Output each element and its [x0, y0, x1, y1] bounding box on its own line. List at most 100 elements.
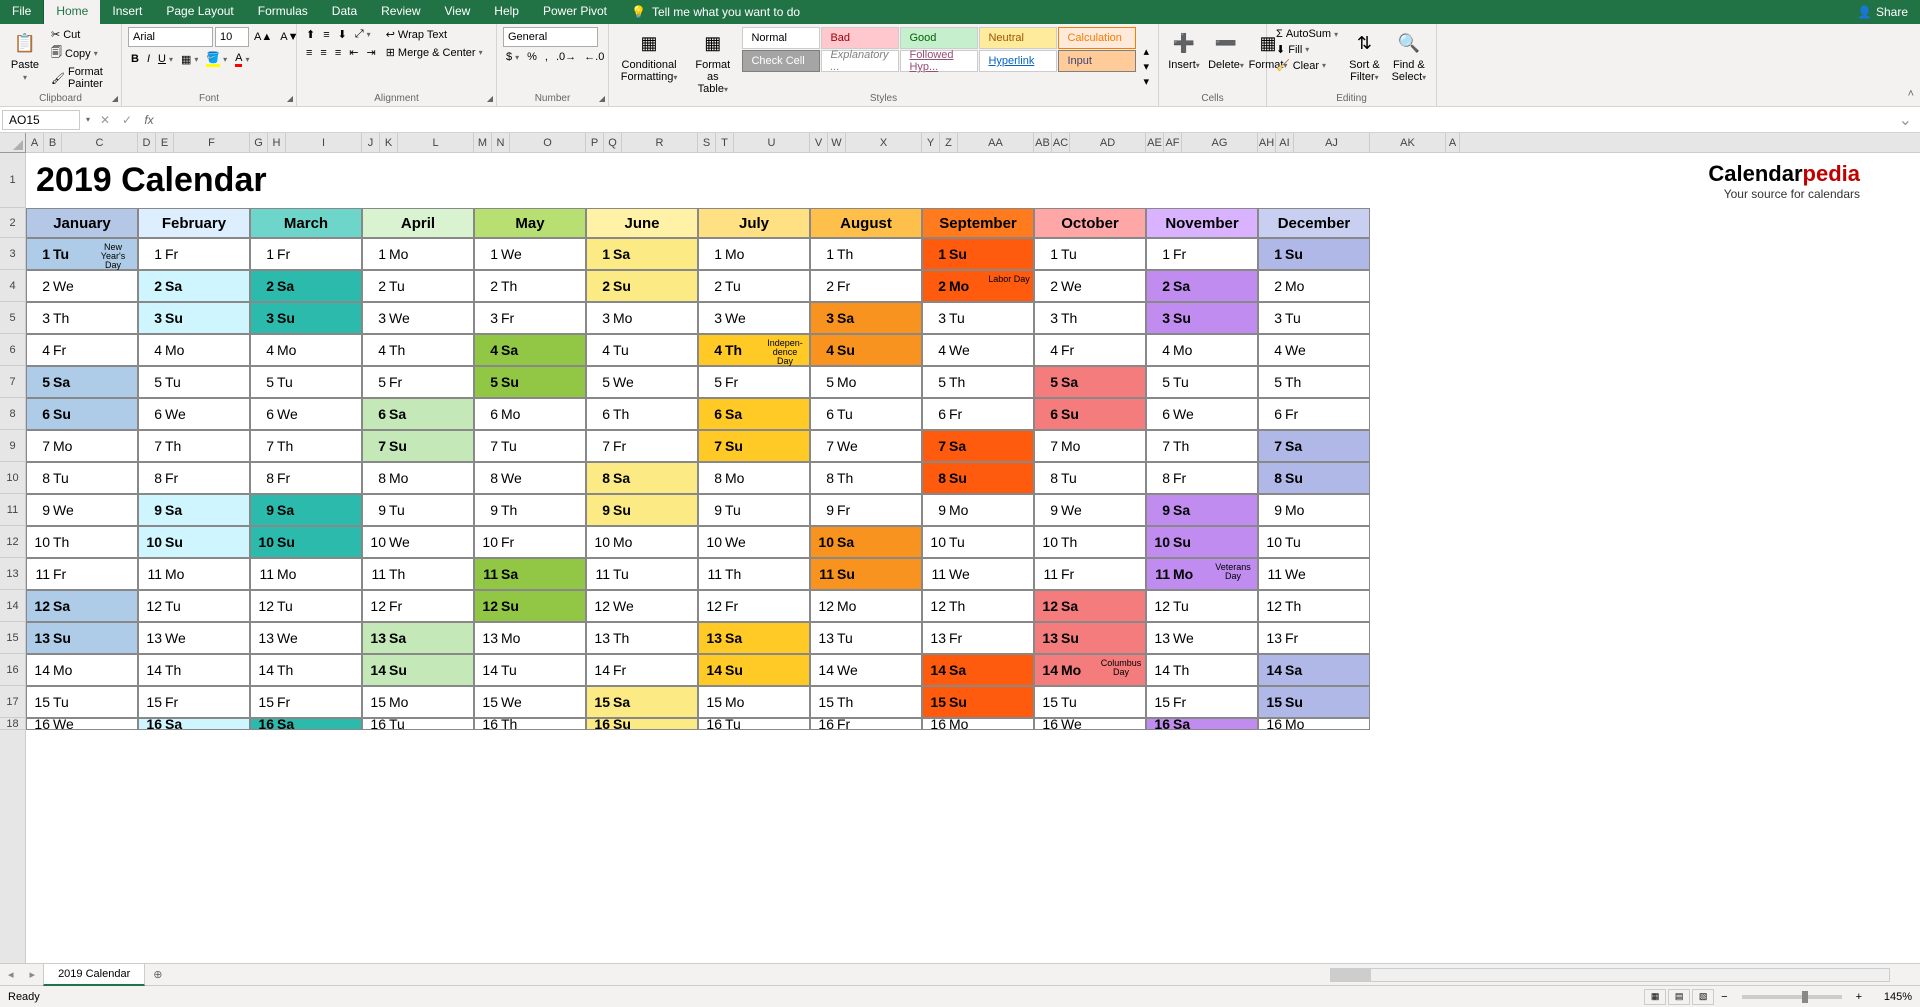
day-oct-7[interactable]: 7Mo — [1034, 430, 1146, 462]
day-jul-2[interactable]: 2Tu — [698, 270, 810, 302]
day-dec-8[interactable]: 8Su — [1258, 462, 1370, 494]
day-apr-7[interactable]: 7Su — [362, 430, 474, 462]
day-jun-2[interactable]: 2Su — [586, 270, 698, 302]
fill-color-button[interactable]: 🪣▾ — [203, 50, 230, 68]
day-oct-12[interactable]: 12Sa — [1034, 590, 1146, 622]
day-jul-5[interactable]: 5Fr — [698, 366, 810, 398]
day-nov-14[interactable]: 14Th — [1146, 654, 1258, 686]
day-oct-8[interactable]: 8Tu — [1034, 462, 1146, 494]
day-oct-14[interactable]: 14MoColumbus Day — [1034, 654, 1146, 686]
day-dec-16[interactable]: 16Mo — [1258, 718, 1370, 730]
day-dec-15[interactable]: 15Su — [1258, 686, 1370, 718]
style-cell-hyperlink[interactable]: Hyperlink — [979, 50, 1057, 72]
day-feb-14[interactable]: 14Th — [138, 654, 250, 686]
day-may-4[interactable]: 4Sa — [474, 334, 586, 366]
day-dec-10[interactable]: 10Tu — [1258, 526, 1370, 558]
col-header-R[interactable]: R — [622, 133, 698, 152]
menu-view[interactable]: View — [433, 0, 483, 24]
day-mar-1[interactable]: 1Fr — [250, 238, 362, 270]
day-sep-8[interactable]: 8Su — [922, 462, 1034, 494]
autosum-button[interactable]: ΣAutoSum▾ — [1273, 27, 1341, 41]
name-box[interactable] — [2, 110, 80, 130]
day-may-13[interactable]: 13Mo — [474, 622, 586, 654]
day-dec-5[interactable]: 5Th — [1258, 366, 1370, 398]
col-header-G[interactable]: G — [250, 133, 268, 152]
clipboard-launcher[interactable]: ◢ — [112, 94, 118, 103]
day-feb-12[interactable]: 12Tu — [138, 590, 250, 622]
day-dec-12[interactable]: 12Th — [1258, 590, 1370, 622]
zoom-slider[interactable] — [1742, 995, 1842, 999]
increase-decimal-button[interactable]: .0→ — [553, 50, 579, 64]
normal-view-button[interactable]: ▦ — [1644, 989, 1666, 1005]
new-sheet-button[interactable]: ⊕ — [145, 968, 170, 981]
italic-button[interactable]: I — [144, 52, 153, 66]
day-sep-5[interactable]: 5Th — [922, 366, 1034, 398]
day-jan-1[interactable]: 1TuNew Year's Day — [26, 238, 138, 270]
style-cell-normal[interactable]: Normal — [742, 27, 820, 49]
insert-function-button[interactable]: fx — [138, 113, 160, 127]
day-sep-15[interactable]: 15Su — [922, 686, 1034, 718]
day-aug-4[interactable]: 4Su — [810, 334, 922, 366]
day-nov-3[interactable]: 3Su — [1146, 302, 1258, 334]
page-break-view-button[interactable]: ▧ — [1692, 989, 1714, 1005]
day-may-6[interactable]: 6Mo — [474, 398, 586, 430]
font-launcher[interactable]: ◢ — [287, 94, 293, 103]
row-header-7[interactable]: 7 — [0, 366, 25, 398]
cells-area[interactable]: 2019 Calendar Calendarpedia Your source … — [26, 153, 1920, 963]
col-header-Y[interactable]: Y — [922, 133, 940, 152]
row-header-10[interactable]: 10 — [0, 462, 25, 494]
day-sep-9[interactable]: 9Mo — [922, 494, 1034, 526]
row-header-3[interactable]: 3 — [0, 238, 25, 270]
day-jun-9[interactable]: 9Su — [586, 494, 698, 526]
day-aug-16[interactable]: 16Fr — [810, 718, 922, 730]
day-jan-9[interactable]: 9We — [26, 494, 138, 526]
day-jul-3[interactable]: 3We — [698, 302, 810, 334]
col-header-J[interactable]: J — [362, 133, 380, 152]
day-mar-5[interactable]: 5Tu — [250, 366, 362, 398]
day-mar-2[interactable]: 2Sa — [250, 270, 362, 302]
day-aug-13[interactable]: 13Tu — [810, 622, 922, 654]
name-box-dropdown[interactable]: ▾ — [82, 115, 94, 124]
day-sep-12[interactable]: 12Th — [922, 590, 1034, 622]
formula-input[interactable] — [160, 111, 1891, 129]
day-oct-15[interactable]: 15Tu — [1034, 686, 1146, 718]
day-aug-9[interactable]: 9Fr — [810, 494, 922, 526]
sheet-tab-active[interactable]: 2019 Calendar — [43, 963, 145, 986]
day-nov-15[interactable]: 15Fr — [1146, 686, 1258, 718]
hscroll-thumb[interactable] — [1331, 969, 1371, 981]
tab-scroll-right[interactable]: ▸ — [22, 968, 44, 981]
day-jul-11[interactable]: 11Th — [698, 558, 810, 590]
col-header-AI[interactable]: AI — [1276, 133, 1294, 152]
align-center-button[interactable]: ≡ — [317, 46, 329, 60]
day-jun-5[interactable]: 5We — [586, 366, 698, 398]
day-jun-10[interactable]: 10Mo — [586, 526, 698, 558]
day-jan-10[interactable]: 10Th — [26, 526, 138, 558]
col-header-U[interactable]: U — [734, 133, 810, 152]
day-apr-10[interactable]: 10We — [362, 526, 474, 558]
day-jun-16[interactable]: 16Su — [586, 718, 698, 730]
align-top-button[interactable]: ⬆ — [303, 27, 318, 42]
alignment-launcher[interactable]: ◢ — [487, 94, 493, 103]
day-jun-6[interactable]: 6Th — [586, 398, 698, 430]
day-feb-1[interactable]: 1Fr — [138, 238, 250, 270]
row-header-9[interactable]: 9 — [0, 430, 25, 462]
day-oct-5[interactable]: 5Sa — [1034, 366, 1146, 398]
style-cell-neutral[interactable]: Neutral — [979, 27, 1057, 49]
day-mar-4[interactable]: 4Mo — [250, 334, 362, 366]
day-nov-16[interactable]: 16Sa — [1146, 718, 1258, 730]
day-mar-10[interactable]: 10Su — [250, 526, 362, 558]
day-oct-6[interactable]: 6Su — [1034, 398, 1146, 430]
col-header-H[interactable]: H — [268, 133, 286, 152]
day-aug-6[interactable]: 6Tu — [810, 398, 922, 430]
day-may-5[interactable]: 5Su — [474, 366, 586, 398]
day-feb-15[interactable]: 15Fr — [138, 686, 250, 718]
menu-insert[interactable]: Insert — [100, 0, 154, 24]
day-dec-13[interactable]: 13Fr — [1258, 622, 1370, 654]
day-nov-12[interactable]: 12Tu — [1146, 590, 1258, 622]
day-jul-10[interactable]: 10We — [698, 526, 810, 558]
increase-font-button[interactable]: A▲ — [251, 30, 275, 44]
day-aug-14[interactable]: 14We — [810, 654, 922, 686]
col-header-F[interactable]: F — [174, 133, 250, 152]
menu-review[interactable]: Review — [369, 0, 432, 24]
day-dec-6[interactable]: 6Fr — [1258, 398, 1370, 430]
